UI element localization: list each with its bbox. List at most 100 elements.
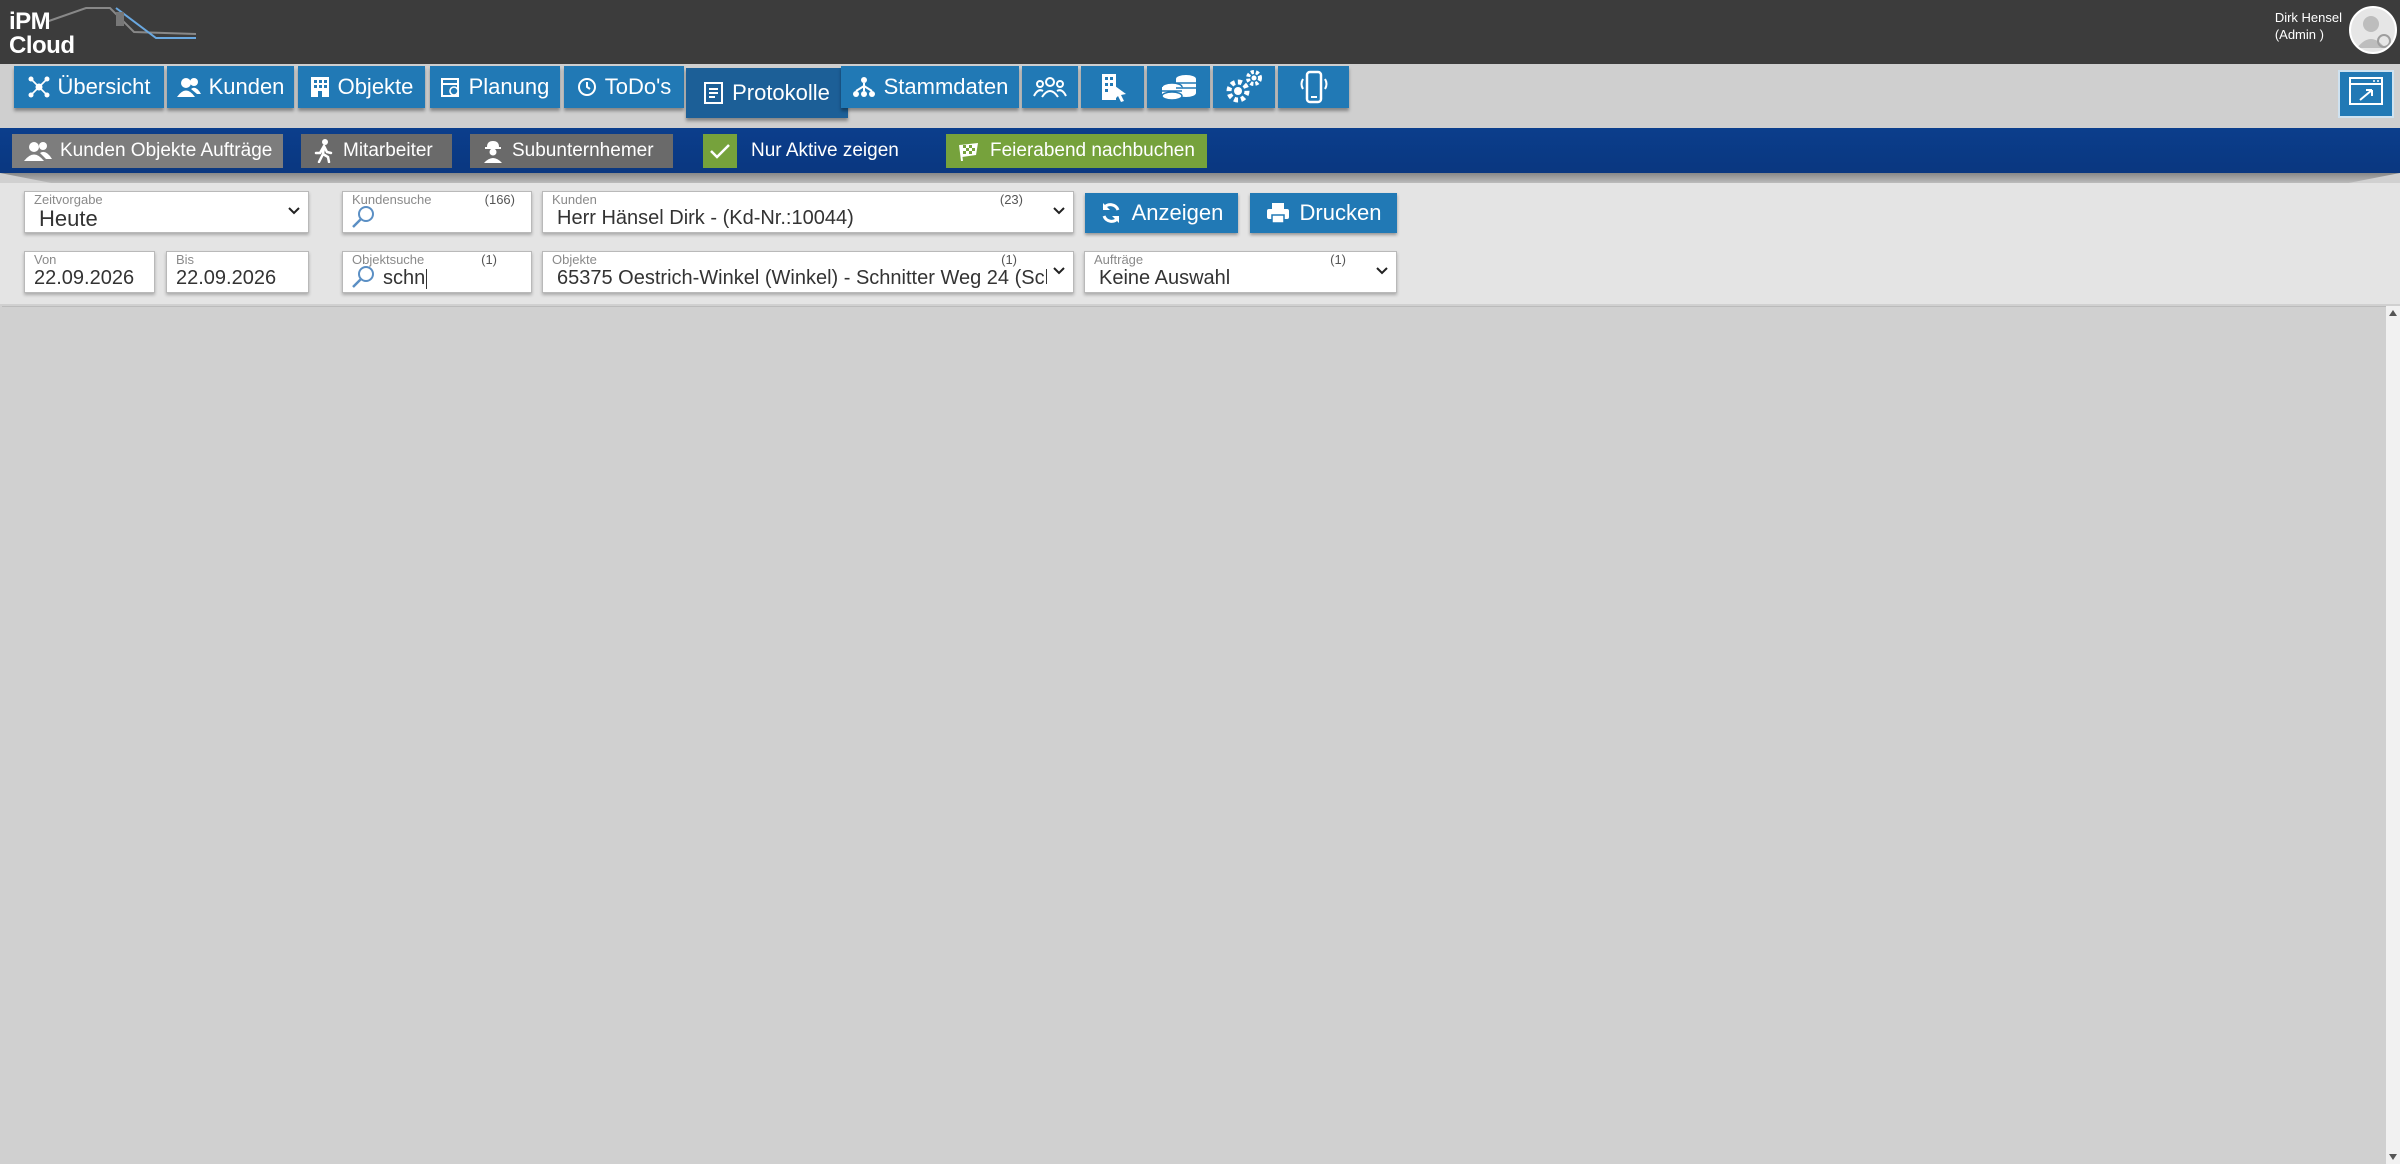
checkered-flag-icon bbox=[958, 141, 982, 161]
show-button[interactable]: Anzeigen bbox=[1085, 193, 1238, 233]
logo-line-1: iPM bbox=[9, 8, 51, 35]
report-content-area bbox=[2, 306, 2386, 1163]
tab-planung[interactable]: Planung bbox=[430, 66, 560, 108]
tab-mobile[interactable] bbox=[1278, 66, 1349, 108]
mobile-icon bbox=[1299, 69, 1329, 105]
employees-button[interactable]: Mitarbeiter bbox=[301, 134, 452, 168]
tab-settings[interactable] bbox=[1213, 66, 1275, 108]
document-icon bbox=[704, 82, 724, 104]
user-role: (Admin ) bbox=[2274, 27, 2324, 42]
tab-label: Protokolle bbox=[732, 80, 830, 105]
top-bar: iPM Cloud Dirk Hensel (Admin ) bbox=[0, 0, 2400, 64]
ipm-cloud-logo[interactable]: iPM Cloud bbox=[6, 4, 196, 62]
print-label: Drucken bbox=[1299, 200, 1382, 225]
tab-protokolle[interactable]: Protokolle bbox=[686, 68, 848, 118]
subcontractors-button[interactable]: Subunternhemer bbox=[470, 134, 673, 168]
employees-label: Mitarbeiter bbox=[343, 140, 433, 161]
user-info[interactable]: Dirk Hensel (Admin ) bbox=[2275, 9, 2342, 43]
tab-office[interactable] bbox=[1081, 66, 1144, 108]
show-label: Anzeigen bbox=[1131, 200, 1224, 225]
check-icon bbox=[710, 144, 730, 159]
von-date-field[interactable]: Von 22.09.2026 bbox=[24, 251, 155, 293]
field-value: Heute bbox=[39, 207, 98, 231]
field-count: (23) bbox=[999, 192, 1023, 207]
field-label: Objekte bbox=[552, 252, 597, 267]
customers-objects-orders-label: Kunden Objekte Aufträge bbox=[60, 140, 273, 161]
closing-time-button[interactable]: Feierabend nachbuchen bbox=[946, 134, 1207, 168]
users-icon bbox=[24, 140, 52, 162]
auftraege-select[interactable]: Aufträge (1) Keine Auswahl bbox=[1084, 251, 1397, 293]
field-value: 22.09.2026 bbox=[176, 267, 277, 289]
vertical-scrollbar[interactable] bbox=[2386, 306, 2400, 1164]
printer-icon bbox=[1266, 202, 1290, 224]
main-navigation: Übersicht Kunden Objekte Planung ToDo's … bbox=[0, 64, 2400, 128]
field-value: Herr Hänsel Dirk - (Kd-Nr.:10044) bbox=[557, 207, 854, 229]
window-upload-icon bbox=[2348, 76, 2384, 113]
tab-team[interactable] bbox=[1022, 66, 1078, 108]
sub-toolbar: Kunden Objekte Aufträge Mitarbeiter Subu… bbox=[0, 128, 2400, 173]
chevron-down-icon bbox=[1053, 207, 1065, 215]
network-icon bbox=[28, 76, 50, 98]
field-count: (1) bbox=[1001, 252, 1017, 267]
active-only-label: Nur Aktive zeigen bbox=[751, 140, 899, 161]
tab-label: Objekte bbox=[337, 74, 414, 99]
filter-panel: Zeitvorgabe Heute Kundensuche (166) Kund… bbox=[0, 183, 2400, 304]
text-cursor bbox=[426, 268, 428, 289]
field-value: 22.09.2026 bbox=[34, 267, 135, 289]
customers-objects-orders-button[interactable]: Kunden Objekte Aufträge bbox=[12, 134, 283, 168]
coins-icon bbox=[1160, 73, 1198, 101]
objektsuche-input[interactable]: Objektsuche (1) schn bbox=[342, 251, 532, 293]
worker-icon bbox=[482, 139, 504, 163]
field-label: Bis bbox=[176, 252, 195, 267]
desktop-switch-button[interactable] bbox=[2338, 70, 2394, 118]
tab-label: Planung bbox=[468, 74, 550, 99]
walking-person-icon bbox=[313, 139, 335, 163]
search-icon bbox=[352, 206, 374, 228]
tab-label: Kunden bbox=[208, 74, 285, 99]
logo-line-2: Cloud bbox=[9, 32, 75, 59]
tab-stammdaten[interactable]: Stammdaten bbox=[841, 66, 1019, 108]
chevron-down-icon bbox=[1376, 267, 1388, 275]
calendar-icon bbox=[440, 76, 461, 98]
avatar[interactable] bbox=[2349, 6, 2397, 54]
tab-uebersicht[interactable]: Übersicht bbox=[14, 66, 164, 108]
hierarchy-icon bbox=[852, 76, 876, 98]
field-value: schn bbox=[383, 267, 426, 289]
field-label: Aufträge bbox=[1094, 252, 1144, 267]
field-label: Von bbox=[34, 252, 57, 267]
user-name: Dirk Hensel bbox=[2274, 10, 2342, 25]
building-icon bbox=[310, 76, 330, 98]
bis-date-field[interactable]: Bis 22.09.2026 bbox=[166, 251, 309, 293]
field-label: Kunden bbox=[552, 192, 597, 207]
refresh-icon bbox=[1100, 202, 1122, 224]
chevron-down-icon bbox=[288, 207, 300, 215]
team-icon bbox=[1033, 75, 1067, 99]
kundensuche-input[interactable]: Kundensuche (166) bbox=[342, 191, 532, 233]
kunden-select[interactable]: Kunden (23) Herr Hänsel Dirk - (Kd-Nr.:1… bbox=[542, 191, 1074, 233]
tab-objekte[interactable]: Objekte bbox=[298, 66, 425, 108]
scroll-up-icon[interactable] bbox=[2389, 310, 2397, 316]
field-count: (1) bbox=[1330, 252, 1346, 267]
tab-label: Übersicht bbox=[57, 74, 151, 99]
chevron-down-icon bbox=[1053, 267, 1065, 275]
gears-icon bbox=[1224, 69, 1264, 105]
subcontractors-label: Subunternhemer bbox=[512, 140, 654, 161]
tab-label: Stammdaten bbox=[883, 74, 1009, 99]
users-icon bbox=[176, 76, 201, 98]
field-label: Zeitvorgabe bbox=[34, 192, 103, 207]
user-avatar-icon bbox=[2357, 16, 2391, 48]
objekte-select[interactable]: Objekte (1) 65375 Oestrich-Winkel (Winke… bbox=[542, 251, 1074, 293]
scroll-down-icon[interactable] bbox=[2389, 1154, 2397, 1160]
zeitvorgabe-select[interactable]: Zeitvorgabe Heute bbox=[24, 191, 309, 233]
active-only-toggle[interactable]: Nur Aktive zeigen bbox=[703, 134, 915, 168]
print-button[interactable]: Drucken bbox=[1250, 193, 1397, 233]
search-icon bbox=[352, 266, 374, 288]
tab-finance[interactable] bbox=[1147, 66, 1210, 108]
field-count: (166) bbox=[484, 192, 515, 207]
field-value: 65375 Oestrich-Winkel (Winkel) - Schnitt… bbox=[557, 267, 1047, 289]
field-value: Keine Auswahl bbox=[1099, 267, 1231, 289]
tab-todos[interactable]: ToDo's bbox=[564, 66, 684, 108]
clock-icon bbox=[577, 77, 597, 97]
tab-kunden[interactable]: Kunden bbox=[167, 66, 294, 108]
checkbox[interactable] bbox=[703, 134, 737, 168]
